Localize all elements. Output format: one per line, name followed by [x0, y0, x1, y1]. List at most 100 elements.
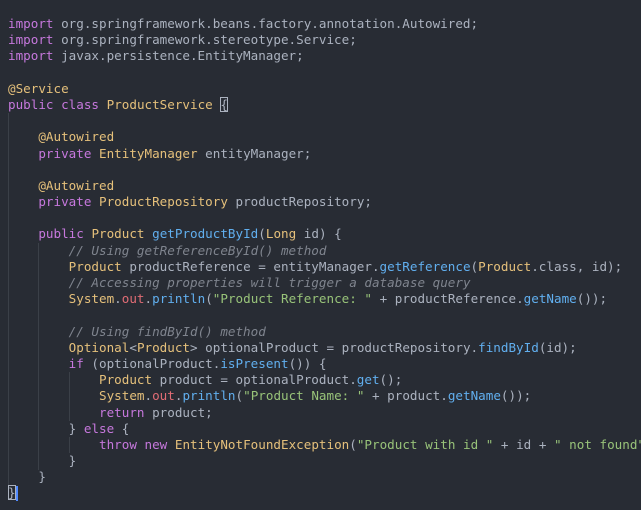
code-token: // Using findById() method: [68, 323, 266, 339]
code-token: productReference = entityManager.: [121, 258, 380, 274]
code-token: getReference: [379, 258, 471, 274]
code-token: {: [114, 420, 130, 436]
code-line[interactable]: private ProductRepository productReposit…: [8, 194, 641, 210]
code-token: out: [152, 388, 175, 404]
code-editor[interactable]: import org.springframework.beans.factory…: [0, 0, 641, 510]
code-token: + id +: [493, 436, 554, 452]
code-token: .: [144, 291, 153, 307]
code-line[interactable]: @Autowired: [8, 178, 641, 194]
code-token: throw: [99, 436, 137, 452]
code-line[interactable]: // Using findById() method: [8, 324, 641, 340]
code-line[interactable]: public Product getProductById(Long id) {: [8, 226, 641, 242]
code-token: entityManager;: [197, 145, 312, 161]
code-line[interactable]: [8, 113, 641, 129]
code-token: Product: [91, 226, 145, 242]
code-token: EntityManager: [99, 145, 198, 161]
code-token: }: [8, 485, 16, 501]
code-line[interactable]: [8, 307, 641, 323]
code-token: import: [8, 16, 54, 31]
code-line[interactable]: public class ProductService {: [8, 96, 641, 113]
code-line[interactable]: import org.springframework.stereotype.Se…: [8, 32, 641, 48]
code-line[interactable]: [8, 210, 641, 226]
code-line[interactable]: Product productReference = entityManager…: [8, 259, 641, 275]
code-token: (: [205, 291, 213, 307]
code-token: id) {: [296, 226, 342, 242]
code-token: > optionalProduct = productRepository.: [190, 339, 479, 355]
code-token: get: [356, 372, 380, 388]
code-token: ProductRepository: [99, 194, 228, 210]
code-token: ());: [576, 291, 608, 307]
code-token: if: [68, 355, 84, 371]
code-token: product;: [144, 404, 213, 420]
code-line[interactable]: }: [8, 469, 641, 485]
text-cursor: [15, 485, 18, 501]
code-token: getName: [447, 388, 501, 404]
code-line[interactable]: }: [8, 485, 641, 501]
code-line[interactable]: } else {: [8, 421, 641, 437]
code-token: public: [8, 96, 54, 112]
code-token: else: [83, 420, 115, 436]
code-token: // Accessing properties will trigger a d…: [68, 275, 471, 290]
code-token: productRepository;: [227, 194, 372, 210]
code-token: Product: [99, 372, 153, 388]
code-token: {: [220, 96, 228, 112]
code-line[interactable]: import javax.persistence.EntityManager;: [8, 48, 641, 64]
code-token: findById: [478, 339, 539, 355]
code-line[interactable]: // Accessing properties will trigger a d…: [8, 275, 641, 291]
code-line[interactable]: if (optionalProduct.isPresent()) {: [8, 356, 641, 372]
code-line[interactable]: [8, 162, 641, 178]
code-line[interactable]: @Autowired: [8, 129, 641, 145]
code-token: ProductService: [106, 96, 213, 112]
code-token: (: [235, 388, 244, 404]
code-token: org.springframework.beans.factory.annota…: [53, 16, 479, 31]
code-token: EntityNotFoundException: [174, 436, 350, 452]
code-token: (: [470, 258, 479, 274]
code-line[interactable]: private EntityManager entityManager;: [8, 146, 641, 162]
code-line[interactable]: @Service: [8, 81, 641, 97]
code-token: private: [38, 194, 92, 210]
code-line[interactable]: Optional<Product> optionalProduct = prod…: [8, 340, 641, 356]
code-token: + product.: [364, 388, 448, 404]
code-token: class: [61, 96, 100, 112]
code-token: ());: [500, 388, 532, 404]
code-line[interactable]: System.out.println("Product Reference: "…: [8, 291, 641, 307]
code-token: Optional: [68, 339, 130, 355]
code-line[interactable]: System.out.println("Product Name: " + pr…: [8, 388, 641, 404]
code-token: import: [8, 32, 54, 48]
code-token: Product: [68, 258, 122, 274]
code-token: private: [38, 145, 92, 161]
code-line[interactable]: Product product = optionalProduct.get();: [8, 372, 641, 388]
code-area[interactable]: import org.springframework.beans.factory…: [8, 16, 641, 502]
code-token: (: [349, 436, 357, 452]
code-line[interactable]: }: [8, 453, 641, 469]
code-token: .: [144, 388, 153, 404]
code-line[interactable]: // Using getReferenceById() method: [8, 243, 641, 259]
code-line[interactable]: throw new EntityNotFoundException("Produ…: [8, 437, 641, 453]
code-token: new: [144, 436, 168, 452]
code-line[interactable]: [8, 65, 641, 81]
code-token: " not found": [554, 436, 641, 452]
code-token: isPresent: [220, 355, 289, 371]
code-token: getName: [523, 291, 577, 307]
code-line[interactable]: return product;: [8, 405, 641, 421]
code-token: // Using getReferenceById() method: [68, 242, 327, 258]
code-line[interactable]: import org.springframework.beans.factory…: [8, 16, 641, 32]
code-token: System: [68, 291, 115, 307]
code-token: return: [99, 404, 145, 420]
